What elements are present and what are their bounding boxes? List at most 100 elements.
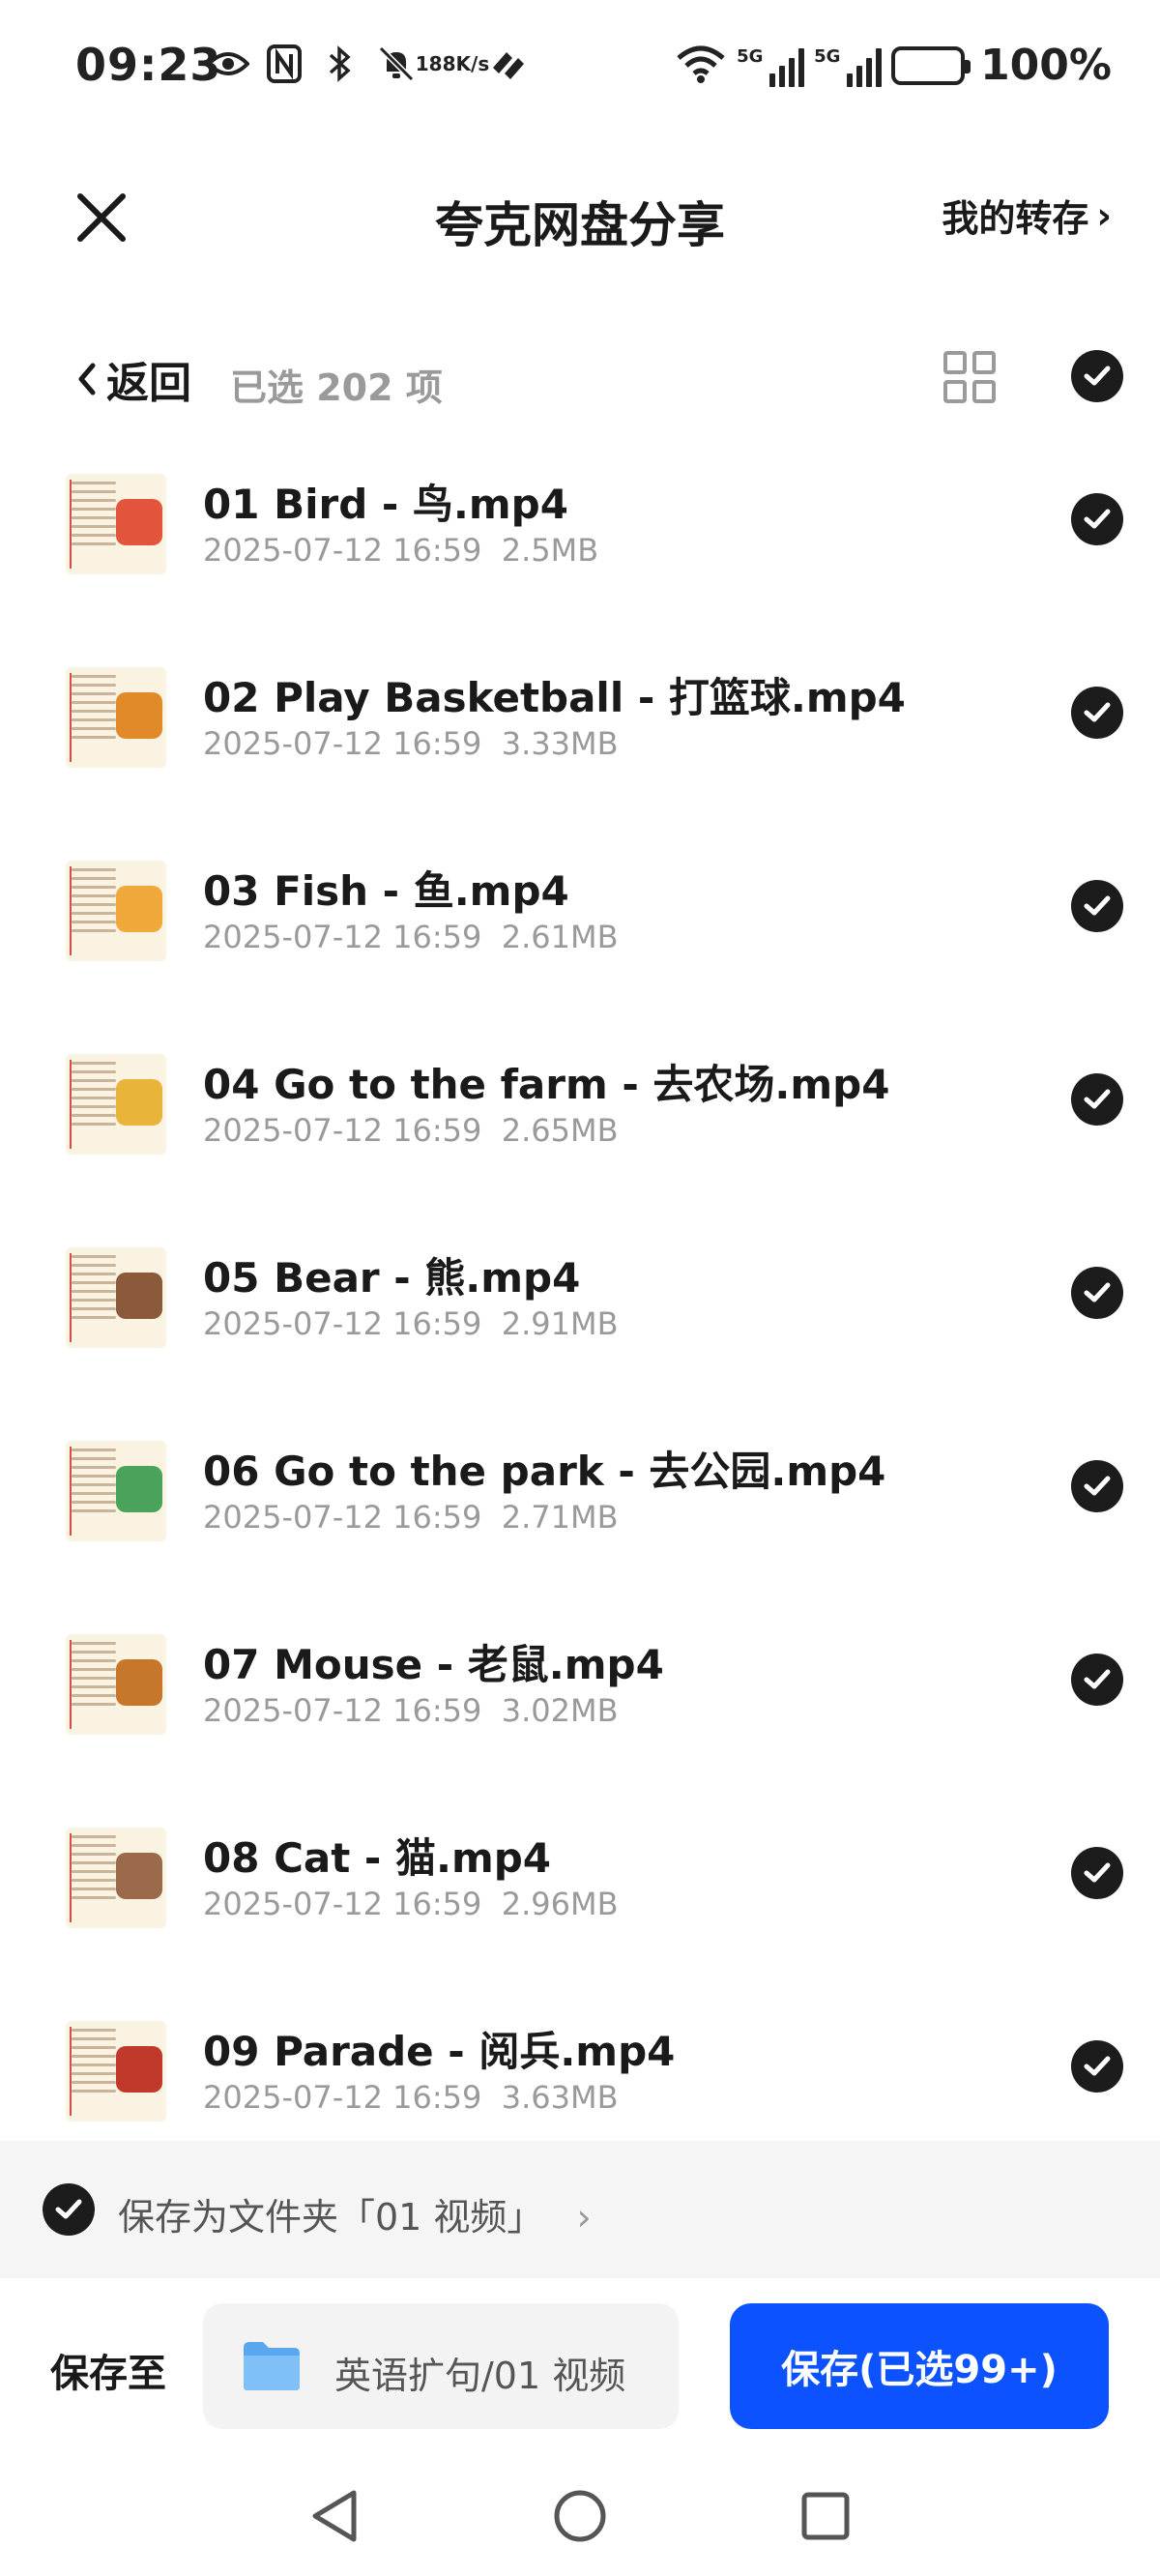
video-thumbnail [66,1441,166,1541]
file-name: 07 Mouse - 老鼠.mp4 [203,1641,664,1688]
sim2-label: 5G [814,45,841,67]
my-transfer-link[interactable]: 我的转存 › [942,189,1112,242]
file-date: 2025-07-12 16:59 [203,1305,482,1342]
folder-icon [244,2342,300,2390]
nav-back-button[interactable] [305,2487,363,2545]
system-nav-bar [0,2452,1160,2576]
save-button[interactable]: 保存(已选99+) [730,2303,1109,2429]
save-as-folder-option[interactable]: 保存为文件夹「01 视频」 › [0,2141,1160,2278]
file-size: 3.63MB [501,2079,619,2116]
file-name: 06 Go to the park - 去公园.mp4 [203,1448,886,1495]
check-icon [1084,366,1111,386]
video-thumbnail [66,667,166,768]
file-date: 2025-07-12 16:59 [203,919,482,955]
file-checkbox[interactable] [1071,687,1123,739]
file-checkbox[interactable] [1071,1847,1123,1899]
back-button[interactable]: 返回 [75,348,191,410]
file-checkbox[interactable] [1071,1460,1123,1512]
file-row[interactable]: 05 Bear - 熊.mp4 2025-07-12 16:59 2.91MB [0,1228,1160,1421]
file-checkbox[interactable] [1071,493,1123,545]
file-size: 3.33MB [501,725,619,762]
file-date: 2025-07-12 16:59 [203,1692,482,1729]
file-size: 2.71MB [501,1499,619,1536]
save-as-folder-label: 保存为文件夹「01 视频」 › [118,2187,592,2240]
file-row[interactable]: 06 Go to the park - 去公园.mp4 2025-07-12 1… [0,1421,1160,1615]
file-row[interactable]: 07 Mouse - 老鼠.mp4 2025-07-12 16:59 3.02M… [0,1615,1160,1808]
check-icon [1084,1669,1111,1689]
file-row[interactable]: 01 Bird - 鸟.mp4 2025-07-12 16:59 2.5MB [0,454,1160,648]
file-name: 04 Go to the farm - 去农场.mp4 [203,1061,890,1108]
net-speed-value: 188 [415,52,456,75]
file-size: 2.91MB [501,1305,619,1342]
file-size: 2.61MB [501,919,619,955]
chevron-right-icon: › [1096,193,1112,237]
video-thumbnail [66,1828,166,1928]
check-icon [1084,509,1111,529]
selected-count: 已选 202 项 [230,366,443,409]
video-thumbnail [66,1634,166,1735]
file-date: 2025-07-12 16:59 [203,1886,482,1922]
file-date: 2025-07-12 16:59 [203,725,482,762]
file-name: 01 Bird - 鸟.mp4 [203,481,568,528]
status-bar: 09:23 188 K/s 5G 5G 100% [0,0,1160,145]
nav-recents-button[interactable] [797,2487,855,2545]
video-thumbnail [66,1054,166,1155]
file-name: 02 Play Basketball - 打篮球.mp4 [203,674,906,721]
file-size: 3.02MB [501,1692,619,1729]
file-meta: 2025-07-12 16:59 2.91MB [203,1305,619,1342]
save-as-folder-checkbox[interactable] [43,2183,95,2236]
nav-home-button[interactable] [551,2487,609,2545]
file-name: 08 Cat - 猫.mp4 [203,1834,551,1882]
file-size: 2.5MB [501,532,599,569]
file-meta: 2025-07-12 16:59 3.63MB [203,2079,619,2116]
check-icon [1084,1476,1111,1496]
file-row[interactable]: 02 Play Basketball - 打篮球.mp4 2025-07-12 … [0,648,1160,841]
file-meta: 2025-07-12 16:59 2.71MB [203,1499,619,1536]
grid-view-button[interactable] [942,350,997,404]
check-icon [1084,2056,1111,2076]
file-name: 09 Parade - 阅兵.mp4 [203,2028,676,2075]
video-thumbnail [66,474,166,574]
file-size: 2.96MB [501,1886,619,1922]
triangle-back-icon [312,2490,357,2542]
signal-sim1-icon: 5G [737,44,805,87]
battery-icon [891,45,972,85]
bluetooth-icon [319,43,362,85]
circle-home-icon [554,2490,606,2542]
net-speed-unit: K/s [455,52,490,75]
nfc-icon [263,43,305,85]
file-checkbox[interactable] [1071,1073,1123,1126]
file-row[interactable]: 04 Go to the farm - 去农场.mp4 2025-07-12 1… [0,1035,1160,1228]
file-checkbox[interactable] [1071,1654,1123,1706]
file-date: 2025-07-12 16:59 [203,1112,482,1149]
file-meta: 2025-07-12 16:59 3.33MB [203,725,619,762]
file-checkbox[interactable] [1071,880,1123,932]
my-transfer-label: 我的转存 [942,197,1089,240]
file-checkbox[interactable] [1071,2040,1123,2093]
file-checkbox[interactable] [1071,1267,1123,1319]
wifi-icon [675,43,727,89]
status-time: 09:23 [75,39,222,91]
chevron-right-icon: › [576,2196,592,2239]
status-right: 5G 5G 100% [675,41,1112,90]
select-all-checkbox[interactable] [1071,350,1123,402]
save-path-selector[interactable]: 英语扩句/01 视频 [203,2303,679,2429]
file-date: 2025-07-12 16:59 [203,532,482,569]
file-name: 05 Bear - 熊.mp4 [203,1254,581,1302]
file-row[interactable]: 03 Fish - 鱼.mp4 2025-07-12 16:59 2.61MB [0,841,1160,1035]
save-bar: 保存至 英语扩句/01 视频 保存(已选99+) [0,2278,1160,2452]
square-recents-icon [801,2492,850,2540]
file-meta: 2025-07-12 16:59 2.65MB [203,1112,619,1149]
check-icon [1084,1089,1111,1109]
check-icon [55,2199,82,2219]
eye-icon [207,43,249,85]
file-meta: 2025-07-12 16:59 2.61MB [203,919,619,955]
back-label: 返回 [106,359,191,408]
file-meta: 2025-07-12 16:59 3.02MB [203,1692,619,1729]
save-path-text: 英语扩句/01 视频 [334,2355,626,2397]
battery-percent: 100% [980,41,1112,90]
file-row[interactable]: 08 Cat - 猫.mp4 2025-07-12 16:59 2.96MB [0,1808,1160,2002]
file-date: 2025-07-12 16:59 [203,2079,482,2116]
save-to-label: 保存至 [50,2352,166,2396]
file-list: 01 Bird - 鸟.mp4 2025-07-12 16:59 2.5MB 0… [0,454,1160,2195]
